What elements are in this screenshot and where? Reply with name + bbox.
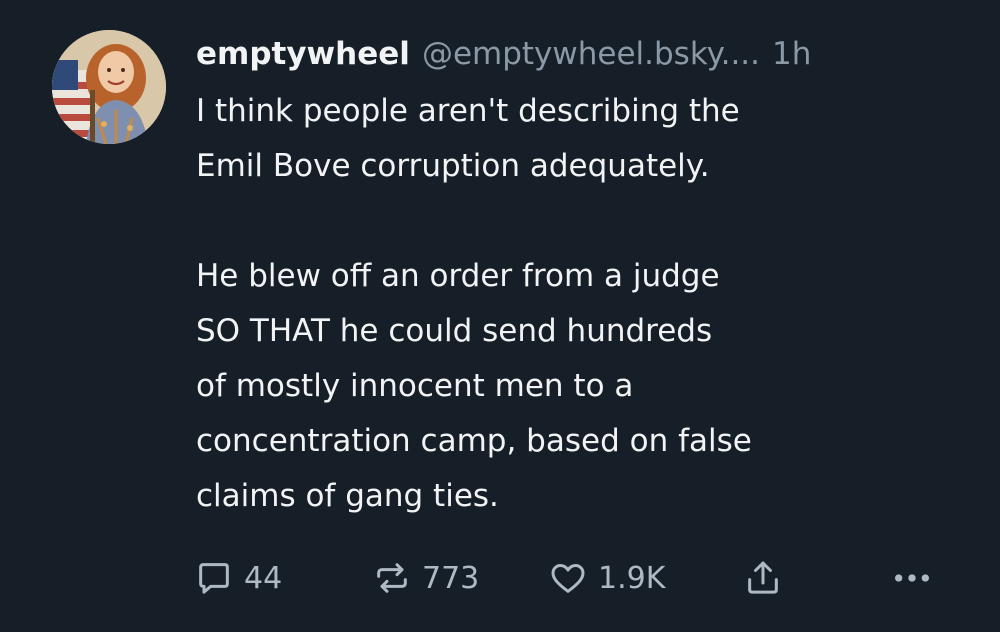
post-header: emptywheel @emptywheel.bsky.... 1h bbox=[196, 30, 976, 78]
repost-icon bbox=[372, 558, 412, 598]
author-name[interactable]: emptywheel bbox=[196, 30, 410, 78]
more-icon bbox=[890, 558, 934, 598]
share-icon bbox=[743, 558, 783, 598]
like-button[interactable]: 1.9K bbox=[548, 556, 665, 600]
reply-icon bbox=[194, 558, 234, 598]
repost-count: 773 bbox=[422, 560, 480, 596]
avatar[interactable] bbox=[52, 30, 166, 144]
post-actions: 44 773 1.9K bbox=[194, 556, 944, 600]
reply-button[interactable]: 44 bbox=[194, 556, 282, 600]
avatar-image bbox=[52, 30, 166, 144]
author-handle[interactable]: @emptywheel.bsky.... bbox=[422, 30, 760, 78]
heart-icon bbox=[548, 558, 588, 598]
post-body: emptywheel @emptywheel.bsky.... 1h I thi… bbox=[196, 30, 976, 524]
repost-button[interactable]: 773 bbox=[372, 556, 479, 600]
reply-count: 44 bbox=[244, 560, 283, 596]
post: emptywheel @emptywheel.bsky.... 1h I thi… bbox=[0, 0, 1000, 632]
more-options-button[interactable] bbox=[890, 556, 934, 600]
post-timestamp[interactable]: 1h bbox=[772, 30, 811, 78]
post-text: I think people aren't describing the Emi… bbox=[196, 93, 752, 514]
like-count: 1.9K bbox=[598, 560, 666, 596]
share-button[interactable] bbox=[743, 556, 783, 600]
